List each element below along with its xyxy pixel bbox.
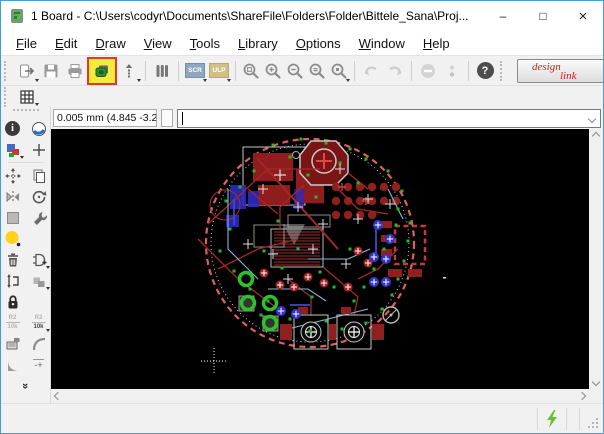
mark-tool-icon[interactable] <box>28 140 50 160</box>
main-area: i <box>1 107 603 403</box>
help-icon[interactable]: ? <box>473 59 497 83</box>
add-part-icon[interactable] <box>28 250 50 270</box>
maximize-button[interactable]: □ <box>523 1 563 31</box>
command-bar: 0.005 mm (4.845 -3.200) <box>51 107 603 129</box>
application-window: 1 Board - C:\Users\codyr\Documents\Share… <box>0 0 604 434</box>
title-bar: 1 Board - C:\Users\codyr\Documents\Share… <box>1 1 603 31</box>
display-layers-icon[interactable] <box>2 140 24 160</box>
palette-more-chevron[interactable]: » <box>3 376 49 396</box>
status-dots-icon <box>440 59 464 83</box>
menu-draw[interactable]: Draw <box>86 33 134 54</box>
status-bar <box>1 403 603 433</box>
mirror-tool-icon[interactable] <box>2 187 24 207</box>
command-dropdown-chevron-icon[interactable] <box>588 114 596 122</box>
replace-tool-icon[interactable] <box>28 271 50 291</box>
drc-lightning-icon[interactable] <box>544 409 560 429</box>
command-input[interactable] <box>177 109 601 128</box>
coordinate-mini-button[interactable] <box>161 109 173 127</box>
rotate-tool-icon[interactable] <box>28 187 50 207</box>
grid-toolbar-grip <box>4 87 11 107</box>
menu-edit[interactable]: Edit <box>46 33 86 54</box>
resize-grip[interactable] <box>588 418 600 430</box>
board-schematic-switch-icon[interactable] <box>91 60 113 82</box>
menu-help[interactable]: Help <box>414 33 459 54</box>
corner-tool-icon[interactable] <box>2 355 24 375</box>
open-icon[interactable] <box>15 59 39 83</box>
horizontal-scrollbar[interactable] <box>51 393 589 399</box>
menu-options[interactable]: Options <box>287 33 350 54</box>
value-tool-icon[interactable]: R210k <box>28 313 50 333</box>
pinswap-tool-icon[interactable] <box>2 271 24 291</box>
pcb-canvas[interactable] <box>51 129 589 389</box>
info-tool-icon[interactable]: i <box>2 119 24 139</box>
minimize-button[interactable]: – <box>483 1 523 31</box>
main-toolbar: SCR ULP <box>1 55 603 85</box>
pcb-board-rendering <box>51 129 589 389</box>
stop-icon <box>416 59 440 83</box>
layer-columns-icon[interactable] <box>150 59 174 83</box>
copy-tool-icon[interactable] <box>28 166 50 186</box>
save-icon[interactable] <box>39 59 63 83</box>
scroll-right-icon[interactable] <box>578 392 586 400</box>
design-link-button[interactable]: design link <box>517 59 603 83</box>
print-icon[interactable] <box>63 59 87 83</box>
menu-view[interactable]: View <box>135 33 181 54</box>
scrollbar-corner <box>589 389 603 403</box>
grid-icon[interactable] <box>15 87 39 107</box>
app-board-icon <box>9 8 25 24</box>
name-tool-icon: R210k <box>2 313 24 333</box>
toolbar-grip <box>4 61 11 81</box>
change-wrench-icon[interactable] <box>28 208 50 228</box>
script-icon[interactable]: SCR <box>183 59 207 83</box>
zoom-select-icon[interactable] <box>328 59 350 83</box>
menu-library[interactable]: Library <box>229 33 287 54</box>
scroll-left-icon[interactable] <box>54 392 62 400</box>
paint-tool-icon[interactable] <box>2 229 24 249</box>
zoom-in-icon[interactable] <box>262 59 284 83</box>
toolbar-grip-2 <box>500 61 507 81</box>
board-schematic-switch-highlight <box>87 57 117 85</box>
optimize-tool-icon[interactable]: -+ <box>28 355 50 375</box>
tool-palette: i <box>1 107 51 403</box>
coordinate-readout: 0.005 mm (4.845 -3.200) <box>53 109 157 127</box>
smash-tool-icon[interactable] <box>2 334 24 354</box>
vertical-scrollbar[interactable] <box>589 129 603 389</box>
zoom-out-icon[interactable] <box>284 59 306 83</box>
menu-tools[interactable]: Tools <box>181 33 229 54</box>
scroll-down-icon[interactable] <box>592 378 600 386</box>
ulp-icon[interactable]: ULP <box>207 59 231 83</box>
grid-toolbar <box>1 85 603 107</box>
menu-bar: File Edit Draw View Tools Library Option… <box>1 31 603 55</box>
menu-file[interactable]: File <box>7 33 46 54</box>
window-title: 1 Board - C:\Users\codyr\Documents\Share… <box>31 9 483 23</box>
zoom-redraw-icon[interactable] <box>306 59 328 83</box>
close-button[interactable]: × <box>563 1 603 31</box>
show-eye-icon[interactable] <box>28 119 50 139</box>
undo-icon <box>359 59 383 83</box>
delete-trash-icon[interactable] <box>2 250 24 270</box>
menu-window[interactable]: Window <box>350 33 414 54</box>
group-tool-icon[interactable] <box>2 208 24 228</box>
miter-tool-icon[interactable] <box>28 334 50 354</box>
scroll-up-icon[interactable] <box>592 132 600 140</box>
text-cursor <box>182 112 183 125</box>
zoom-fit-icon[interactable] <box>240 59 262 83</box>
palette-grip <box>13 109 39 115</box>
lock-tool-icon[interactable] <box>2 292 24 312</box>
updown-icon[interactable] <box>117 59 141 83</box>
redo-icon <box>383 59 407 83</box>
move-tool-icon[interactable] <box>2 166 24 186</box>
crosshair-cursor <box>201 348 227 374</box>
